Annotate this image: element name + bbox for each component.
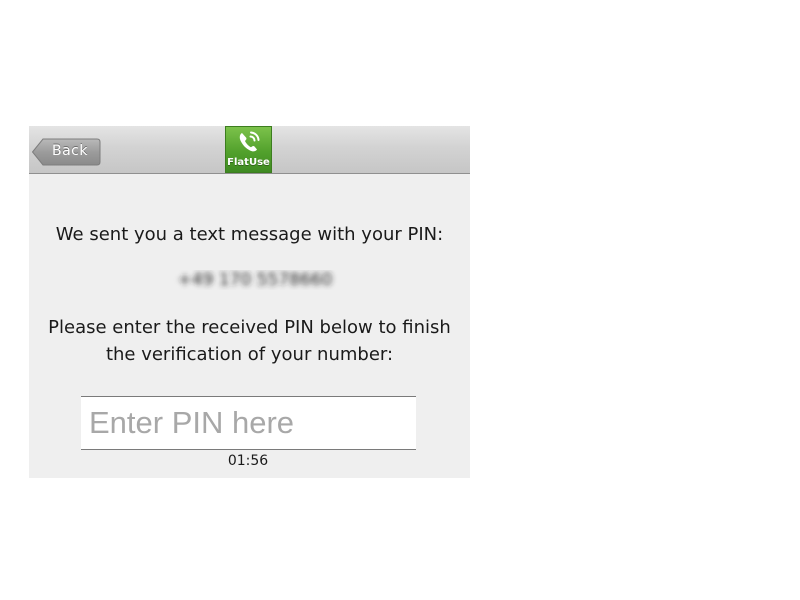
pin-field (81, 396, 416, 450)
back-button-label: Back (52, 143, 88, 159)
instruction-line-1: Please enter the received PIN below to f… (48, 317, 451, 338)
obscured-phone-number: +49 170 5578660 (178, 270, 333, 290)
instruction-text: Please enter the received PIN below to f… (29, 314, 470, 368)
logo-label: FlatUse (227, 157, 270, 168)
pin-input[interactable] (81, 397, 414, 449)
back-button[interactable]: Back (32, 138, 101, 166)
countdown-timer: 01:56 (227, 453, 269, 469)
flatuse-logo: FlatUse (225, 126, 272, 173)
top-navigation-bar: Back FlatUse (29, 126, 470, 174)
phone-call-icon (239, 131, 260, 152)
instruction-line-2: the verification of your number: (105, 344, 394, 365)
sms-sent-message: We sent you a text message with your PIN… (55, 224, 444, 245)
phone-number-text: +49 170 5578660 (178, 270, 333, 290)
verification-screen: Back FlatUse We sent you a text message … (29, 126, 470, 478)
